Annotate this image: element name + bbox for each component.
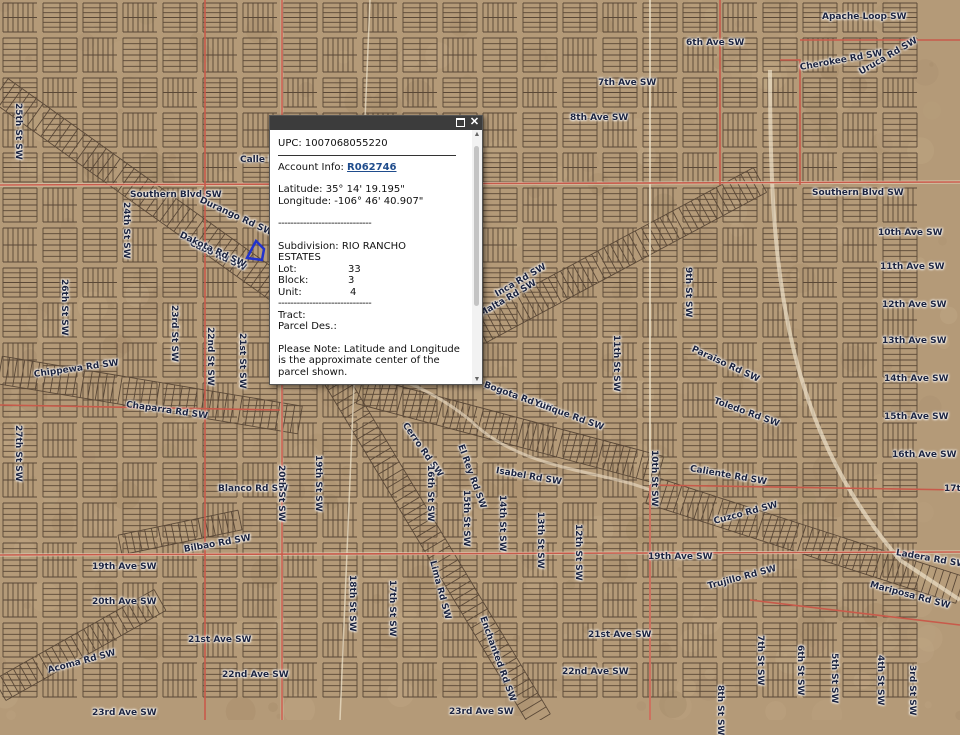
street-label: 22nd Ave SW [562, 667, 629, 677]
street-label: 24th St SW [121, 202, 131, 259]
maximize-icon[interactable] [455, 117, 466, 128]
popup-titlebar: ✕ [270, 116, 482, 130]
longitude-text: Longitude: -106° 46' 40.907" [278, 196, 472, 208]
street-label: 17th [944, 484, 960, 494]
block-label: Block: [278, 275, 348, 287]
street-label: 16th Ave SW [892, 450, 957, 460]
popup-divider [278, 155, 456, 156]
street-label: 19th Ave SW [92, 562, 157, 572]
street-label: 21st St SW [237, 333, 247, 389]
street-label: 15th Ave SW [884, 412, 949, 422]
street-label: 12th St SW [573, 524, 583, 581]
location-note: Please Note: Latitude and Longitude is t… [278, 344, 472, 379]
street-label: 21st Ave SW [188, 635, 251, 645]
street-label: 4th St SW [875, 655, 885, 705]
scroll-down-arrow-icon[interactable]: ▼ [473, 376, 481, 383]
unit-label: Unit: [278, 287, 350, 299]
street-label: 13th St SW [535, 512, 545, 569]
street-label: 14th St SW [497, 495, 507, 552]
street-label: 6th Ave SW [686, 38, 744, 48]
street-label: Apache Loop SW [822, 12, 907, 22]
street-label: 10th St SW [649, 450, 659, 507]
street-label: 19th Ave SW [648, 552, 713, 562]
unit-value: 4 [350, 287, 356, 298]
subdivision-text: Subdivision: RIO RANCHO [278, 241, 472, 253]
street-label: 7th Ave SW [598, 78, 656, 88]
scroll-thumb[interactable] [474, 146, 479, 306]
popup-scrollbar[interactable]: ▲ ▼ [472, 130, 482, 384]
account-link[interactable]: R062746 [347, 162, 396, 173]
dash-separator-2: ------------------------------ [278, 298, 472, 310]
block-value: 3 [348, 275, 354, 286]
street-label: 20th St SW [276, 465, 286, 522]
street-label: 16th St SW [425, 465, 435, 522]
street-label: 11th Ave SW [880, 262, 945, 272]
street-label: 17th St SW [387, 580, 397, 637]
account-info-row: Account Info: R062746 [278, 162, 472, 174]
popup-content: UPC: 1007068055220 Account Info: R062746… [270, 130, 472, 384]
street-label: 6th St SW [795, 645, 805, 695]
tract-label: Tract: [278, 310, 472, 322]
street-label: 12th Ave SW [882, 300, 947, 310]
street-label: 11th St SW [611, 335, 621, 392]
street-label: 7th St SW [755, 635, 765, 685]
account-label: Account Info: [278, 162, 344, 173]
street-label: 22nd Ave SW [222, 670, 289, 680]
street-label: Southern Blvd SW [812, 188, 904, 198]
street-label: 13th Ave SW [882, 336, 947, 346]
street-label: 22nd St SW [205, 327, 215, 386]
street-label: 26th St SW [59, 279, 69, 336]
street-label: 20th Ave SW [92, 597, 157, 607]
street-label: 14th Ave SW [884, 374, 949, 384]
street-label: 19th St SW [313, 455, 323, 512]
street-label: 23rd Ave SW [92, 708, 157, 718]
close-icon[interactable]: ✕ [469, 117, 480, 128]
block-row: Block:3 [278, 275, 472, 287]
street-label: 21st Ave SW [588, 630, 651, 640]
latitude-text: Latitude: 35° 14' 19.195" [278, 184, 472, 196]
street-label: 15th St SW [461, 490, 471, 547]
unit-row: Unit:4 [278, 287, 472, 299]
street-label: 23rd St SW [169, 305, 179, 362]
street-label: 8th Ave SW [570, 113, 628, 123]
street-label: 25th St SW [13, 103, 23, 160]
street-label: 23rd Ave SW [449, 707, 514, 717]
scroll-up-arrow-icon[interactable]: ▲ [473, 131, 481, 138]
lot-value: 33 [348, 264, 361, 275]
lot-label: Lot: [278, 264, 348, 276]
parcel-des-label: Parcel Des.: [278, 321, 472, 333]
street-label: 8th St SW [715, 685, 725, 735]
street-label: 5th St SW [829, 653, 839, 703]
street-label: 10th Ave SW [878, 228, 943, 238]
street-label: 18th St SW [347, 575, 357, 632]
street-label: 3rd St SW [907, 665, 917, 716]
dash-separator-1: ------------------------------ [278, 218, 472, 230]
upc-text: UPC: 1007068055220 [278, 138, 472, 150]
subdivision-cont-text: ESTATES [278, 252, 472, 264]
street-label: 9th St SW [683, 267, 693, 317]
parcel-info-popup: ✕ UPC: 1007068055220 Account Info: R0627… [269, 115, 483, 385]
lot-row: Lot:33 [278, 264, 472, 276]
street-label: 27th St SW [13, 425, 23, 482]
